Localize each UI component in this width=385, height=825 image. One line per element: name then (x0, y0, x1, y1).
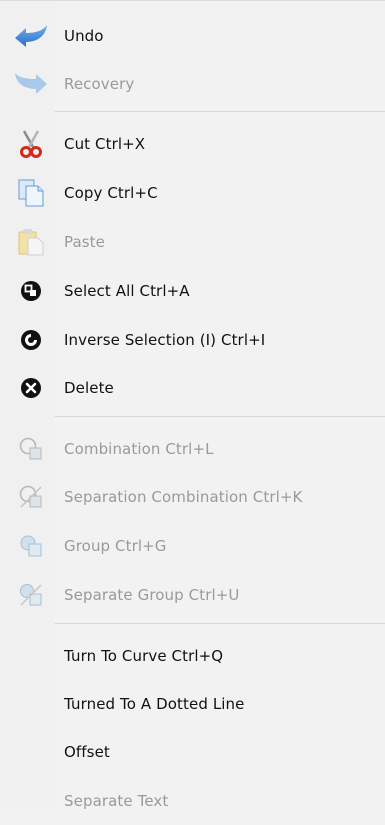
scissors-icon (12, 129, 50, 159)
redo-arrow-icon (12, 69, 50, 99)
menu-item-label: Turn To Curve Ctrl+Q (64, 647, 224, 665)
menu-item-label: Separation Combination Ctrl+K (64, 488, 303, 506)
menu-item-label: Delete (64, 379, 114, 397)
menu-item-paste[interactable]: Paste (0, 218, 385, 266)
menu-separator (55, 416, 385, 417)
inverse-selection-icon (12, 325, 50, 355)
menu-item-inverse-selection[interactable]: Inverse Selection (I) Ctrl+I (0, 316, 385, 364)
menu-item-undo[interactable]: Undo (0, 12, 385, 60)
menu-item-label: Separate Text (64, 792, 169, 810)
menu-item-separate-group[interactable]: Separate Group Ctrl+U (0, 571, 385, 619)
menu-item-cut[interactable]: Cut Ctrl+X (0, 120, 385, 168)
menu-item-separation-combination[interactable]: Separation Combination Ctrl+K (0, 473, 385, 521)
separation-combination-icon (12, 482, 50, 512)
undo-arrow-icon (12, 21, 50, 51)
menu-item-copy[interactable]: Copy Ctrl+C (0, 169, 385, 217)
menu-item-label: Offset (64, 743, 110, 761)
menu-item-label: Cut Ctrl+X (64, 135, 146, 153)
context-menu: Undo Recovery Cut Ctrl+X Copy Ctrl+C Pas… (0, 0, 385, 810)
copy-icon (12, 178, 50, 208)
menu-item-separate-text[interactable]: Separate Text (0, 777, 385, 825)
menu-item-label: Paste (64, 233, 105, 251)
menu-item-label: Select All Ctrl+A (64, 282, 190, 300)
menu-item-label: Combination Ctrl+L (64, 440, 214, 458)
menu-item-combination[interactable]: Combination Ctrl+L (0, 425, 385, 473)
menu-separator (55, 623, 385, 624)
menu-item-label: Undo (64, 27, 104, 45)
group-icon (12, 531, 50, 561)
menu-item-label: Separate Group Ctrl+U (64, 586, 240, 604)
menu-item-turned-to-dotted-line[interactable]: Turned To A Dotted Line (0, 680, 385, 728)
menu-separator (55, 111, 385, 112)
menu-item-select-all[interactable]: Select All Ctrl+A (0, 267, 385, 315)
menu-item-label: Recovery (64, 75, 135, 93)
menu-item-label: Inverse Selection (I) Ctrl+I (64, 331, 266, 349)
separate-group-icon (12, 580, 50, 610)
menu-item-recovery[interactable]: Recovery (0, 60, 385, 108)
menu-item-delete[interactable]: Delete (0, 364, 385, 412)
combination-icon (12, 434, 50, 464)
menu-item-label: Group Ctrl+G (64, 537, 167, 555)
menu-item-label: Copy Ctrl+C (64, 184, 158, 202)
select-all-icon (12, 276, 50, 306)
menu-item-offset[interactable]: Offset (0, 728, 385, 776)
menu-item-turn-to-curve[interactable]: Turn To Curve Ctrl+Q (0, 632, 385, 680)
menu-item-label: Turned To A Dotted Line (64, 695, 245, 713)
menu-item-group[interactable]: Group Ctrl+G (0, 522, 385, 570)
delete-x-icon (12, 373, 50, 403)
paste-icon (12, 227, 50, 257)
